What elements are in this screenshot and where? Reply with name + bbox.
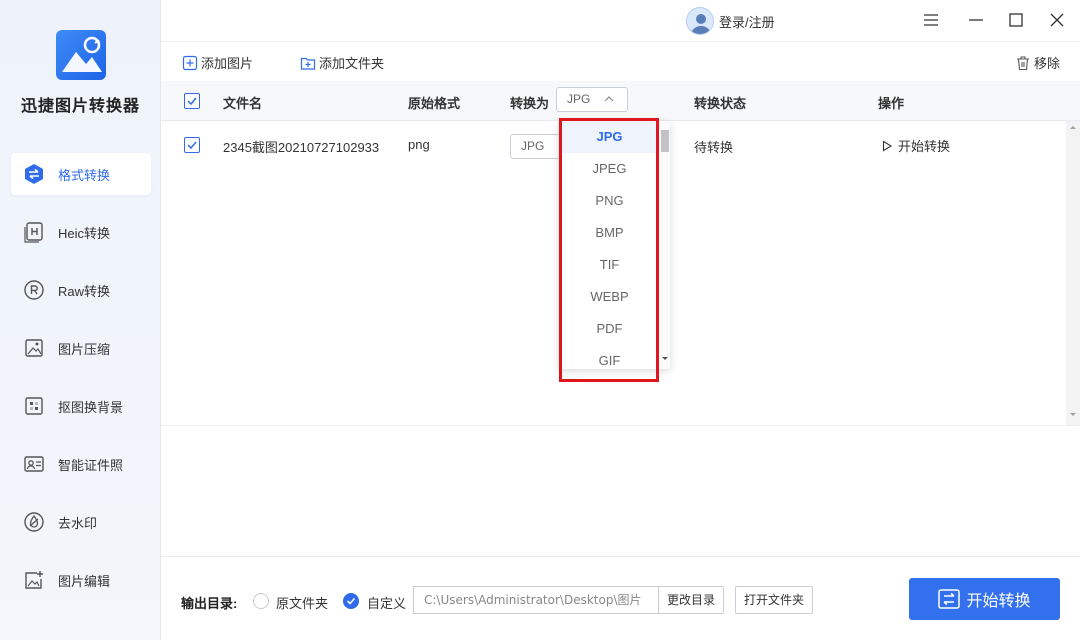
header-status: 转换状态 xyxy=(694,96,747,111)
row-start-convert-button[interactable]: 开始转换 xyxy=(881,136,950,155)
cutout-icon xyxy=(21,393,47,419)
header-action: 操作 xyxy=(878,96,905,111)
add-image-icon xyxy=(182,55,198,70)
sidebar-nav: 格式转换 Heic转换 Raw转换 图片压缩 抠图换背景 智能证件照 去水印 图… xyxy=(11,153,151,617)
chevron-up-icon xyxy=(604,96,614,102)
format-option-png[interactable]: PNG xyxy=(559,185,670,217)
list-divider xyxy=(161,425,1080,426)
add-image-label: 添加图片 xyxy=(201,56,254,71)
sidebar-item-cutout[interactable]: 抠图换背景 xyxy=(11,385,151,427)
menu-icon xyxy=(924,14,938,26)
scroll-down-icon xyxy=(662,357,668,360)
sidebar: 迅捷图片转换器 格式转换 Heic转换 Raw转换 图片压缩 抠图换背景 智能证… xyxy=(0,0,161,640)
avatar-icon xyxy=(686,7,714,35)
sidebar-item-watermark[interactable]: 去水印 xyxy=(11,501,151,543)
sidebar-item-label: 格式转换 xyxy=(58,167,111,183)
sidebar-item-label: 去水印 xyxy=(58,515,98,531)
title-bar: 登录/注册 xyxy=(161,0,1080,41)
dropdown-scroll-thumb[interactable] xyxy=(661,130,669,152)
output-path-input[interactable]: C:\Users\Administrator\Desktop\图片 xyxy=(413,586,659,614)
scroll-down-icon xyxy=(1070,413,1076,416)
table-header: 文件名 原始格式 转换为 JPG 转换状态 操作 xyxy=(161,81,1080,121)
row-start-convert-label: 开始转换 xyxy=(898,139,951,154)
select-all-checkbox[interactable] xyxy=(184,93,200,109)
add-folder-icon xyxy=(300,57,316,70)
row-checkbox[interactable] xyxy=(184,137,200,153)
sidebar-item-id-photo[interactable]: 智能证件照 xyxy=(11,443,151,485)
format-option-bmp[interactable]: BMP xyxy=(559,217,670,249)
header-convert-to: 转换为 xyxy=(510,96,550,111)
image-edit-icon xyxy=(21,567,47,593)
compress-icon xyxy=(21,335,47,361)
sidebar-item-label: Heic转换 xyxy=(58,225,111,241)
convert-icon xyxy=(938,589,961,609)
row-status: 待转换 xyxy=(694,140,734,155)
radio-original-folder[interactable] xyxy=(253,593,269,609)
maximize-icon xyxy=(1009,13,1023,27)
watermark-icon xyxy=(21,509,47,535)
radio-original-folder-label: 原文件夹 xyxy=(276,596,329,611)
output-dir-label: 输出目录: xyxy=(181,596,238,611)
add-image-button[interactable]: 添加图片 xyxy=(182,53,253,72)
sidebar-item-heic[interactable]: Heic转换 xyxy=(11,211,151,253)
menu-button[interactable] xyxy=(921,10,941,30)
remove-label: 移除 xyxy=(1034,56,1061,71)
check-icon xyxy=(187,141,197,150)
sidebar-item-label: 智能证件照 xyxy=(58,457,124,473)
radio-custom[interactable] xyxy=(343,593,359,609)
change-dir-button[interactable]: 更改目录 xyxy=(658,586,724,614)
start-convert-label: 开始转换 xyxy=(966,593,1031,610)
check-icon xyxy=(187,97,197,106)
close-icon xyxy=(1050,13,1064,27)
sidebar-item-label: Raw转换 xyxy=(58,283,111,299)
dropdown-scrollbar[interactable] xyxy=(660,121,670,369)
radio-custom-label: 自定义 xyxy=(367,596,407,611)
trash-icon xyxy=(1017,55,1029,70)
batch-format-select[interactable]: JPG xyxy=(556,87,628,112)
sidebar-item-label: 抠图换背景 xyxy=(58,399,124,415)
scroll-up-icon xyxy=(1070,126,1076,129)
sidebar-item-label: 图片编辑 xyxy=(58,573,111,589)
open-folder-button[interactable]: 打开文件夹 xyxy=(735,586,813,614)
footer: 输出目录: 原文件夹 自定义 C:\Users\Administrator\De… xyxy=(161,556,1080,640)
check-icon xyxy=(346,597,356,605)
app-logo-icon xyxy=(56,30,106,80)
row-format-value: JPG xyxy=(521,139,545,153)
format-option-pdf[interactable]: PDF xyxy=(559,313,670,345)
id-photo-icon xyxy=(21,451,47,477)
sidebar-item-image-edit[interactable]: 图片编辑 xyxy=(11,559,151,601)
format-option-jpeg[interactable]: JPEG xyxy=(559,153,670,185)
list-scrollbar[interactable] xyxy=(1066,121,1080,426)
sidebar-item-format-convert[interactable]: 格式转换 xyxy=(11,153,151,195)
sidebar-item-raw[interactable]: Raw转换 xyxy=(11,269,151,311)
login-register-label: 登录/注册 xyxy=(719,14,775,30)
app-name: 迅捷图片转换器 xyxy=(20,98,140,115)
header-filename: 文件名 xyxy=(223,96,263,111)
format-option-gif[interactable]: GIF xyxy=(559,345,670,369)
start-convert-button[interactable]: 开始转换 xyxy=(909,578,1060,620)
add-folder-button[interactable]: 添加文件夹 xyxy=(300,53,384,72)
sidebar-item-compress[interactable]: 图片压缩 xyxy=(11,327,151,369)
batch-format-value: JPG xyxy=(567,92,591,106)
play-icon xyxy=(882,140,893,151)
maximize-button[interactable] xyxy=(1006,10,1026,30)
remove-button[interactable]: 移除 xyxy=(1015,53,1060,72)
swap-icon xyxy=(21,161,47,187)
format-option-webp[interactable]: WEBP xyxy=(559,281,670,313)
add-folder-label: 添加文件夹 xyxy=(319,56,385,71)
row-format: png xyxy=(408,137,430,152)
toolbar: 添加图片 添加文件夹 移除 xyxy=(161,41,1080,81)
close-button[interactable] xyxy=(1047,10,1067,30)
minimize-button[interactable] xyxy=(966,10,986,30)
format-option-tif[interactable]: TIF xyxy=(559,249,670,281)
format-dropdown: JPG JPEG PNG BMP TIF WEBP PDF GIF xyxy=(559,121,670,369)
heic-icon xyxy=(21,219,47,245)
minimize-icon xyxy=(969,19,983,21)
format-option-jpg[interactable]: JPG xyxy=(559,121,670,153)
row-filename: 2345截图20210727102933 xyxy=(223,140,380,155)
sidebar-item-label: 图片压缩 xyxy=(58,341,111,357)
login-register-link[interactable]: 登录/注册 xyxy=(686,7,775,35)
header-original-format: 原始格式 xyxy=(408,96,461,111)
raw-icon xyxy=(21,277,47,303)
